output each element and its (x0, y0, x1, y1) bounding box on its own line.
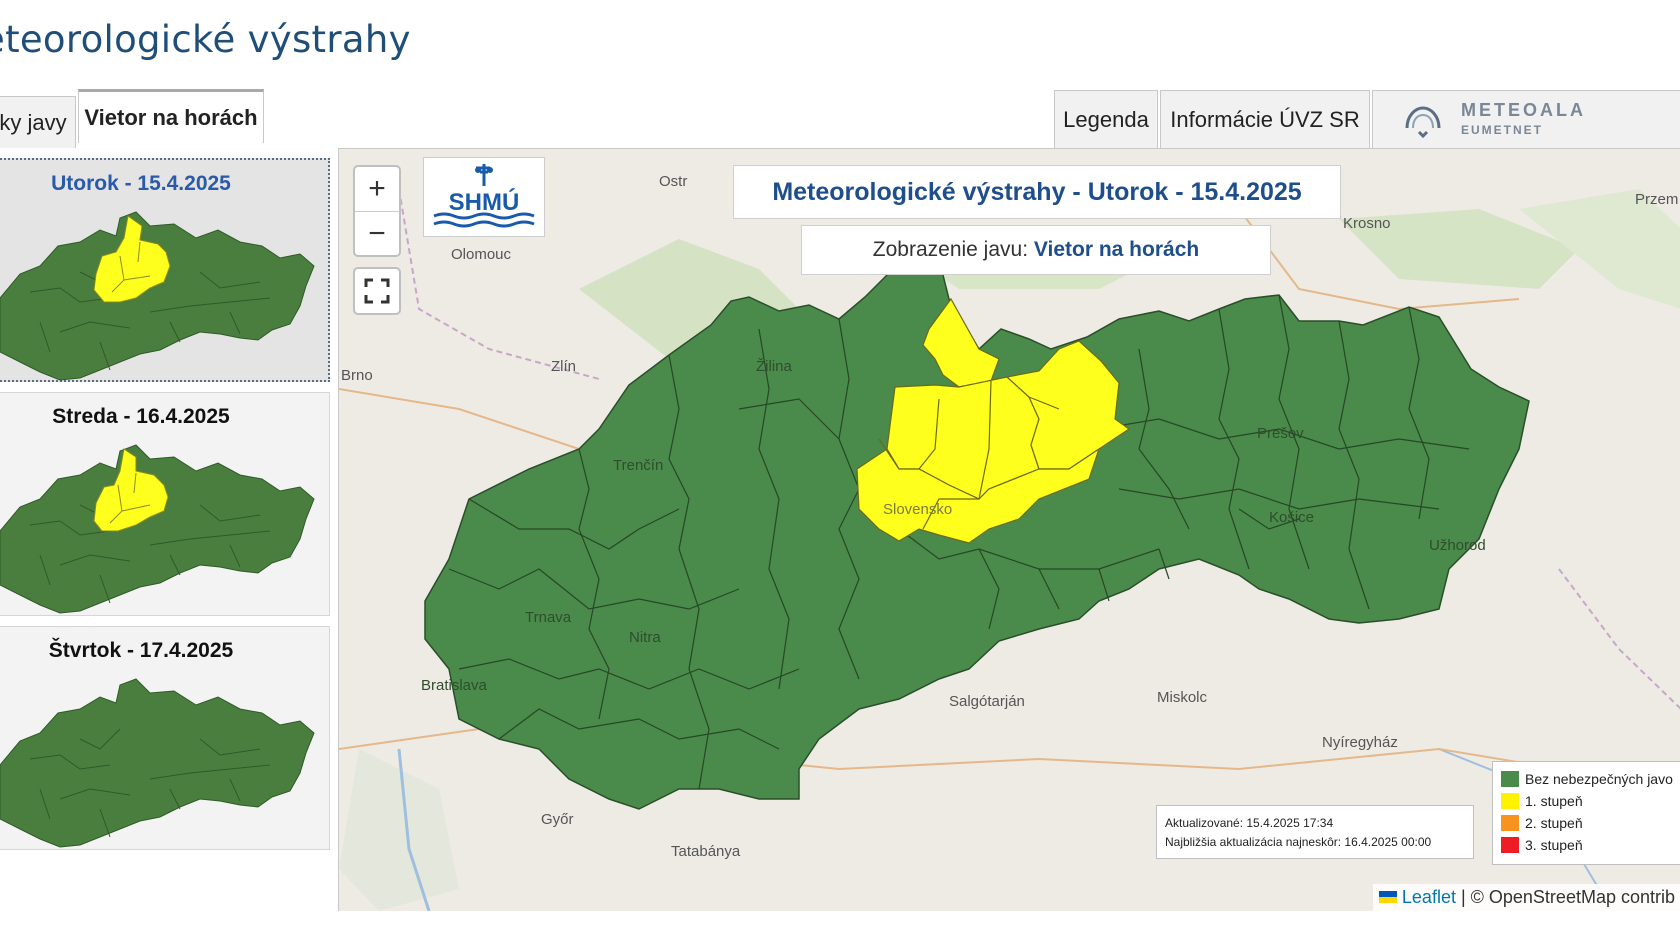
tab-wind-mountains[interactable]: Vietor na horách (78, 89, 264, 143)
warning-map[interactable]: Olomouc Brno Zlín Žilina Trenčín Trnava … (338, 148, 1680, 911)
legend-swatch (1501, 793, 1519, 809)
day-card-tuesday[interactable]: Utorok - 15.4.2025 (0, 158, 330, 382)
day-card-wednesday[interactable]: Streda - 16.4.2025 (0, 392, 330, 616)
zoom-out-button[interactable]: − (355, 211, 399, 256)
city-label: Olomouc (451, 246, 512, 263)
city-label: Zlín (551, 358, 577, 375)
legend-swatch (1501, 837, 1519, 853)
city-label: Nyíregyház (1322, 734, 1398, 751)
map-subtitle: Zobrazenie javu: Vietor na horách (801, 225, 1271, 275)
city-label: Nitra (629, 629, 661, 646)
day-card-title: Utorok - 15.4.2025 (51, 172, 231, 195)
updated-text: Aktualizované: 15.4.2025 17:34 (1165, 816, 1334, 830)
day-card-title: Streda - 16.4.2025 (52, 405, 230, 428)
legend-item: Bez nebezpečných javo (1501, 768, 1680, 790)
page-title: eteorologické výstrahy (0, 18, 411, 61)
tab-other-phenomena[interactable]: ky javy (0, 96, 76, 148)
shmu-logo-icon: SHMÚ (433, 164, 535, 228)
update-info: Aktualizované: 15.4.2025 17:34 Najbližši… (1156, 805, 1474, 859)
info-uvz-button[interactable]: Informácie ÚVZ SR (1160, 90, 1370, 148)
eumetnet-text: EUMETNET (1461, 122, 1543, 137)
legend-button[interactable]: Legenda (1054, 90, 1158, 148)
legend-label: Bez nebezpečných javo (1525, 771, 1673, 787)
tab-label: Vietor na horách (84, 104, 258, 130)
map-attribution: Leaflet | © OpenStreetMap contrib (1372, 884, 1680, 911)
map-legend: Bez nebezpečných javo 1. stupeň 2. stupe… (1492, 761, 1680, 865)
mini-map-wednesday (0, 444, 315, 614)
city-label: Miskolc (1157, 689, 1208, 706)
legend-item: 2. stupeň (1501, 812, 1680, 834)
legend-label: 2. stupeň (1525, 815, 1583, 831)
info-uvz-label: Informácie ÚVZ SR (1170, 106, 1360, 132)
city-label: Bratislava (421, 677, 487, 694)
city-label: Trnava (525, 609, 572, 626)
shmu-logo: SHMÚ (423, 157, 545, 237)
map-title: Meteorologické výstrahy - Utorok - 15.4.… (733, 165, 1341, 219)
zoom-control: + − (353, 165, 401, 257)
leaflet-link[interactable]: Leaflet (1402, 887, 1456, 907)
city-label: Salgótarján (949, 693, 1025, 710)
zoom-in-button[interactable]: + (355, 167, 399, 211)
city-label: Győr (541, 811, 574, 828)
legend-label: 1. stupeň (1525, 793, 1583, 809)
city-label: Brno (341, 367, 373, 384)
day-selector-sidebar: Utorok - 15.4.2025 Streda - 16.4.2025 Št… (0, 150, 338, 910)
city-label: Žilina (756, 358, 792, 375)
city-label: Košice (1269, 509, 1315, 526)
city-label: Prešov (1257, 425, 1304, 442)
mini-map-thursday (0, 678, 315, 848)
fullscreen-icon (364, 278, 390, 304)
next-update-text: Najbližšia aktualizácia najneskôr: 16.4.… (1165, 835, 1432, 849)
legend-button-label: Legenda (1063, 106, 1149, 132)
meteoalarm-text: METEOALA (1461, 99, 1586, 120)
meteoalarm-link[interactable]: METEOALA EUMETNET (1372, 90, 1680, 148)
legend-label: 3. stupeň (1525, 837, 1583, 853)
attribution-text: | © OpenStreetMap contrib (1455, 887, 1675, 907)
legend-item: 1. stupeň (1501, 790, 1680, 812)
fullscreen-button[interactable] (353, 267, 401, 315)
city-label: Ostr (659, 173, 688, 190)
phenomenon-value: Vietor na horách (1033, 238, 1200, 261)
city-label: Užhorod (1429, 537, 1486, 554)
phenomenon-label: Zobrazenie javu: (872, 238, 1034, 261)
tab-label: ky javy (0, 109, 67, 135)
city-label: Przem (1635, 191, 1679, 208)
legend-item: 3. stupeň (1501, 834, 1680, 856)
city-label: Slovensko (883, 501, 953, 518)
day-card-thursday[interactable]: Štvrtok - 17.4.2025 (0, 626, 330, 850)
ukraine-flag-icon (1378, 891, 1397, 903)
day-card-title: Štvrtok - 17.4.2025 (48, 639, 234, 662)
meteoalarm-logo-icon (1405, 105, 1441, 138)
city-label: Trenčín (613, 457, 664, 474)
shmu-logo-text: SHMÚ (449, 188, 520, 216)
mini-map-tuesday (0, 211, 315, 381)
city-label: Krosno (1343, 215, 1391, 232)
legend-swatch (1501, 771, 1519, 787)
legend-swatch (1501, 815, 1519, 831)
city-label: Tatabánya (671, 843, 741, 860)
